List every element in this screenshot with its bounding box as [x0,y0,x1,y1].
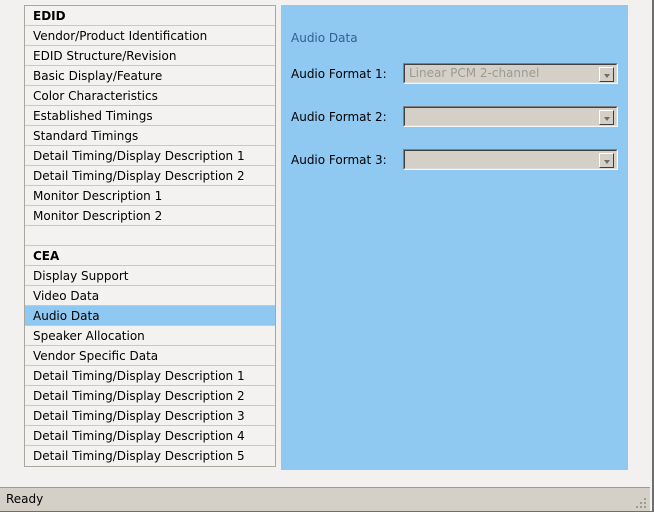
nav-item[interactable]: Monitor Description 2 [25,206,275,226]
resize-grip-icon[interactable] [634,496,648,510]
nav-item[interactable]: Basic Display/Feature [25,66,275,86]
combobox-inner-frame [404,107,617,126]
nav-item[interactable]: Detail Timing/Display Description 3 [25,406,275,426]
audio-format-label: Audio Format 3: [291,153,387,167]
nav-item[interactable]: Display Support [25,266,275,286]
audio-format-combobox[interactable] [403,106,618,127]
audio-format-combobox[interactable]: Linear PCM 2-channel [403,63,618,84]
edid-editor-window: EDID Vendor/Product Identification EDID St… [0,0,654,512]
nav-item[interactable]: Detail Timing/Display Description 1 [25,366,275,386]
navigation-list[interactable]: EDID Vendor/Product Identification EDID St… [24,5,276,467]
audio-format-row: Audio Format 2: [281,106,628,128]
combobox-inner-frame: Linear PCM 2-channel [404,64,617,83]
combobox-inner-frame [404,150,617,169]
audio-format-label: Audio Format 1: [291,67,387,81]
nav-item[interactable]: Speaker Allocation [25,326,275,346]
nav-item[interactable]: Detail Timing/Display Description 1 [25,146,275,166]
nav-item[interactable]: Video Data [25,286,275,306]
nav-item[interactable]: Vendor Specific Data [25,346,275,366]
chevron-down-icon[interactable] [599,153,614,168]
nav-separator-row [25,226,275,246]
nav-section-header: CEA [25,246,275,266]
combobox-value [409,108,596,125]
nav-item[interactable]: Detail Timing/Display Description 2 [25,386,275,406]
nav-section-header: EDID [25,6,275,26]
client-area: EDID Vendor/Product Identification EDID St… [0,0,650,487]
status-bar: Ready [0,487,650,511]
nav-item[interactable]: Monitor Description 1 [25,186,275,206]
nav-item[interactable]: Detail Timing/Display Description 4 [25,426,275,446]
panel-title: Audio Data [291,31,358,45]
chevron-down-icon[interactable] [599,67,614,82]
audio-format-label: Audio Format 2: [291,110,387,124]
nav-item[interactable]: Detail Timing/Display Description 5 [25,446,275,466]
nav-item[interactable]: Standard Timings [25,126,275,146]
audio-format-combobox[interactable] [403,149,618,170]
nav-item[interactable]: Audio Data [25,306,275,326]
nav-item[interactable]: Established Timings [25,106,275,126]
chevron-down-icon[interactable] [599,110,614,125]
nav-item[interactable]: Vendor/Product Identification [25,26,275,46]
detail-panel: Audio Data Audio Format 1: Linear PCM 2-c… [281,5,628,470]
audio-format-row: Audio Format 3: [281,149,628,171]
nav-item[interactable]: Detail Timing/Display Description 2 [25,166,275,186]
status-message: Ready [6,492,44,506]
combobox-value: Linear PCM 2-channel [409,66,540,80]
audio-format-row: Audio Format 1: Linear PCM 2-channel [281,63,628,85]
nav-item[interactable]: EDID Structure/Revision [25,46,275,66]
nav-item[interactable]: Color Characteristics [25,86,275,106]
combobox-value [409,151,596,168]
